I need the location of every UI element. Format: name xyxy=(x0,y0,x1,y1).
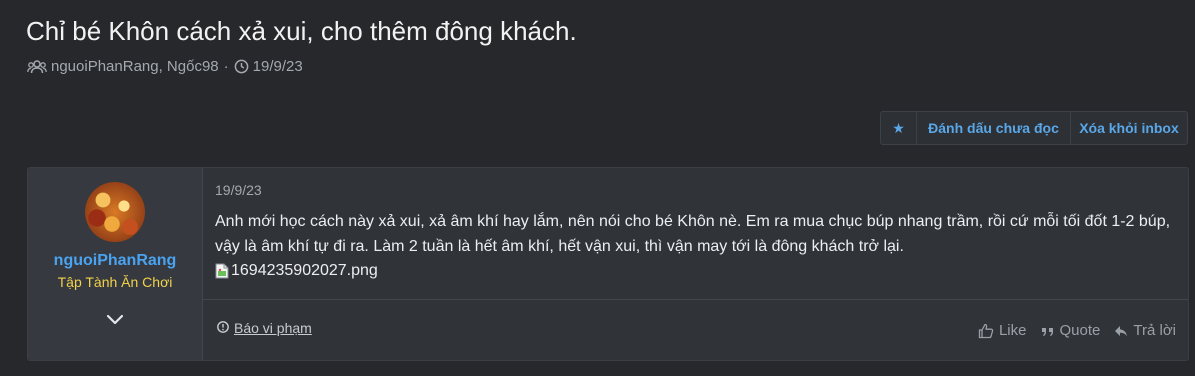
star-icon: ★ xyxy=(892,119,905,136)
message-main-cell: 19/9/23 Anh mới học cách này xả xui, xả … xyxy=(203,168,1188,360)
like-button[interactable]: Like xyxy=(978,322,1027,339)
broken-image-icon xyxy=(215,262,229,279)
mark-unread-button[interactable]: Đánh dấu chưa đọc xyxy=(917,112,1071,144)
reply-button[interactable]: Trả lời xyxy=(1114,322,1176,339)
message-date[interactable]: 19/9/23 xyxy=(215,182,262,198)
star-button[interactable]: ★ xyxy=(881,112,917,144)
message: nguoiPhanRang Tập Tành Ăn Chơi 19/9/23 A… xyxy=(27,167,1189,361)
quote-icon xyxy=(1041,327,1053,336)
report-label: Báo vi phạm xyxy=(234,320,312,336)
message-text: Anh mới học cách này xả xui, xả âm khí h… xyxy=(215,213,1171,255)
conversation-actions: ★ Đánh dấu chưa đọc Xóa khỏi inbox xyxy=(880,111,1188,145)
remove-from-inbox-button[interactable]: Xóa khỏi inbox xyxy=(1071,112,1187,144)
thread-date: 19/9/23 xyxy=(252,58,303,75)
users-icon xyxy=(27,59,47,74)
reply-icon xyxy=(1115,325,1128,336)
thread-participants[interactable]: nguoiPhanRang, Ngốc98 xyxy=(51,58,219,75)
chevron-down-icon[interactable] xyxy=(105,313,125,327)
quote-button[interactable]: Quote xyxy=(1041,322,1101,339)
report-icon xyxy=(217,320,229,336)
thread-title: Chỉ bé Khôn cách xả xui, cho thêm đông k… xyxy=(26,16,577,46)
meta-separator: · xyxy=(223,58,229,75)
like-label: Like xyxy=(998,322,1027,339)
quote-label: Quote xyxy=(1059,322,1101,339)
message-body: Anh mới học cách này xả xui, xả âm khí h… xyxy=(215,209,1185,281)
message-actions: Like Quote Trả lời xyxy=(964,322,1176,339)
username[interactable]: nguoiPhanRang xyxy=(28,252,202,270)
thumbs-up-icon xyxy=(978,323,994,338)
report-link[interactable]: Báo vi phạm xyxy=(217,320,312,336)
thread-meta: nguoiPhanRang, Ngốc98 · 19/9/23 xyxy=(27,58,303,75)
reply-label: Trả lời xyxy=(1133,322,1176,339)
message-attachment[interactable]: 1694235902027.png xyxy=(215,259,1185,281)
message-user-cell: nguoiPhanRang Tập Tành Ăn Chơi xyxy=(28,168,203,360)
message-footer: Báo vi phạm Like Quote Trả lời xyxy=(203,299,1188,362)
avatar[interactable] xyxy=(85,182,145,242)
user-title: Tập Tành Ăn Chơi xyxy=(57,274,173,290)
clock-icon xyxy=(234,59,249,74)
attachment-filename: 1694235902027.png xyxy=(231,261,378,279)
